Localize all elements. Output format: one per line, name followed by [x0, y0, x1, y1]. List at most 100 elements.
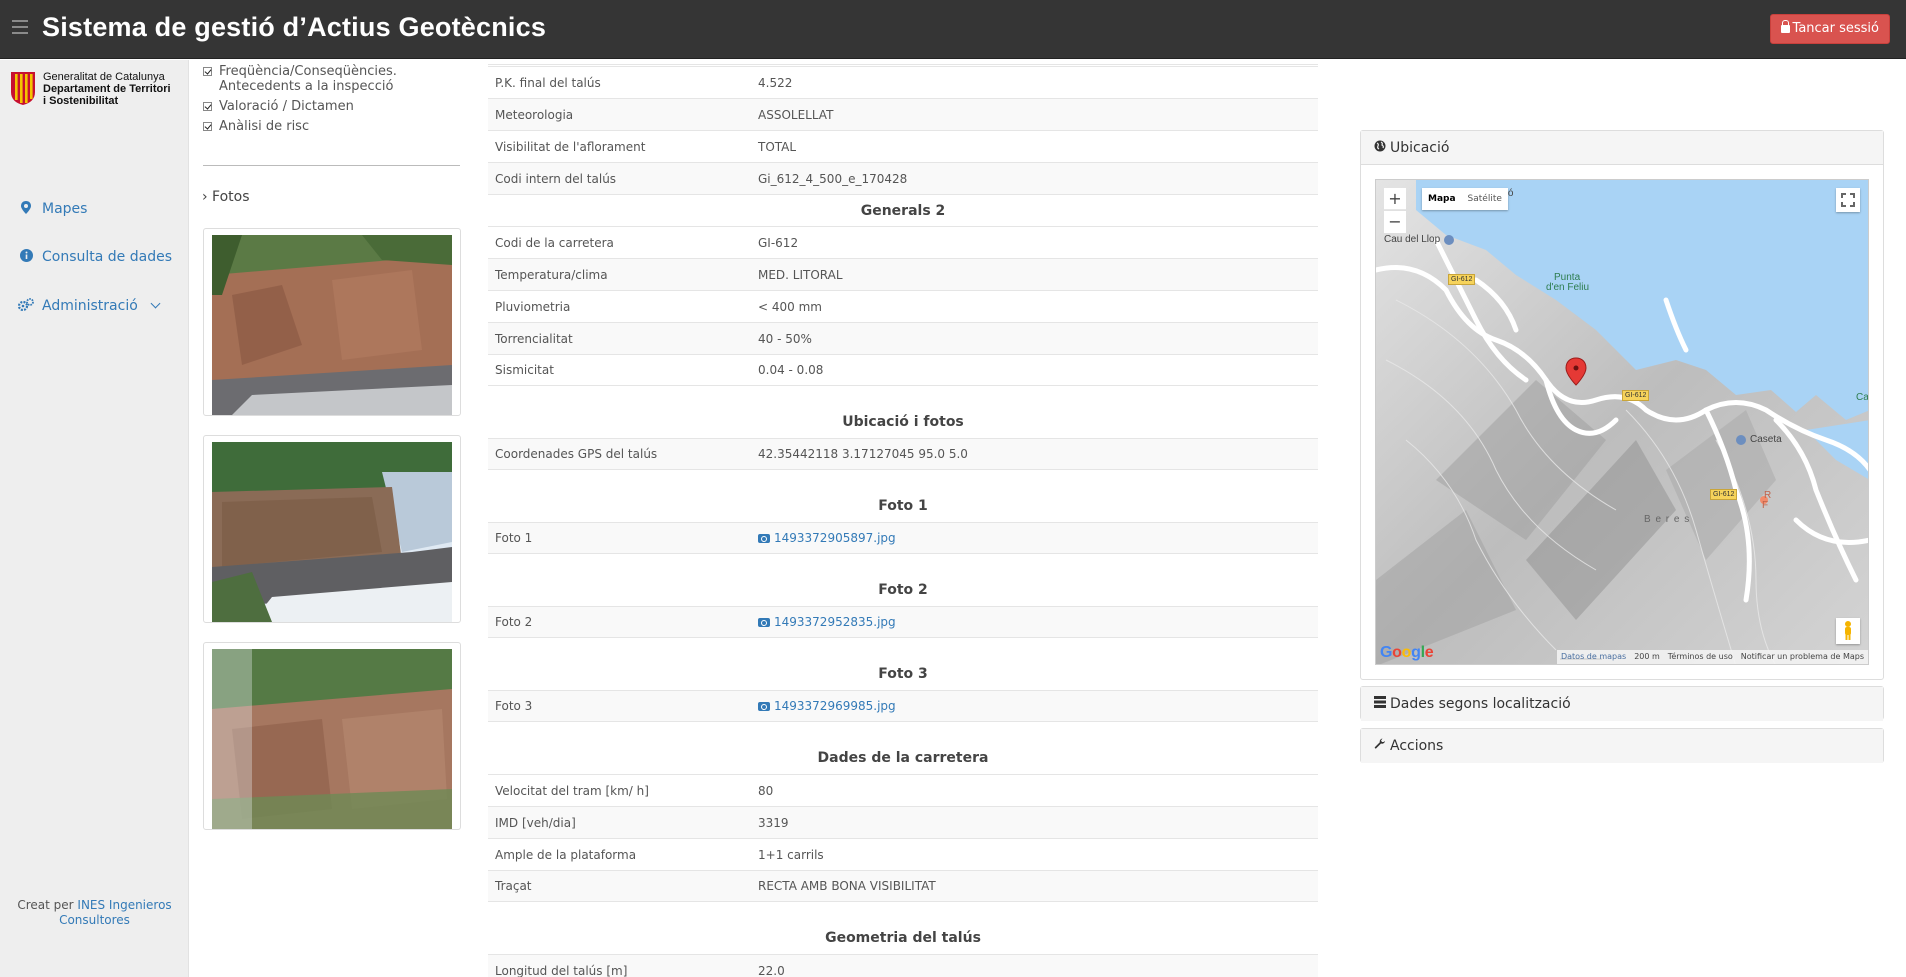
logout-label: Tancar sessió	[1792, 21, 1879, 36]
photo-image	[212, 442, 452, 622]
row-value: 4.522	[758, 75, 793, 90]
row-key: Visibilitat de l'aflorament	[495, 139, 646, 154]
filters: Freqüència/Conseqüències. Antecedents a …	[203, 64, 463, 139]
filter-option[interactable]: Anàlisi de risc	[203, 119, 463, 134]
photo-thumbnail-2[interactable]	[203, 435, 461, 623]
info-circle-icon	[18, 249, 34, 265]
top-bar: Sistema de gestió d’Actius Geotècnics Ta…	[0, 0, 1906, 59]
sidebar-item-administracio[interactable]: Administració	[17, 294, 161, 318]
table-row: Torrencialitat 40 - 50%	[488, 322, 1318, 354]
row-key: IMD [veh/dia]	[495, 815, 576, 830]
panel-dades-header[interactable]: Dades segons localització	[1361, 687, 1883, 721]
sidebar-item-consulta[interactable]: Consulta de dades	[18, 245, 172, 269]
credit-link[interactable]: INES Ingenieros Consultores	[59, 898, 172, 927]
row-value: 1+1 carrils	[758, 847, 824, 862]
table-row: Ample de la plataforma 1+1 carrils	[488, 838, 1318, 870]
street-view-pegman-icon[interactable]	[1836, 618, 1860, 644]
hamburger-menu-icon[interactable]	[12, 20, 28, 34]
chevron-down-icon	[150, 298, 161, 309]
panel-title: Dades segons localització	[1390, 696, 1571, 712]
row-key: Foto 2	[495, 615, 533, 629]
photo-image	[212, 235, 452, 415]
foto1-link[interactable]: 1493372905897.jpg	[758, 531, 896, 545]
row-key: Torrencialitat	[495, 331, 573, 346]
map-label: Ca	[1856, 392, 1869, 403]
panel-title: Ubicació	[1390, 140, 1450, 156]
photo-image	[212, 649, 452, 829]
cogs-icon	[17, 298, 34, 314]
map-view[interactable]: l Falcó Cau del Llop Punta d'en Feliu Ca…	[1375, 179, 1869, 665]
table-row: Foto 1 1493372905897.jpg	[488, 522, 1318, 554]
table-row: IMD [veh/dia] 3319	[488, 806, 1318, 838]
panel-ubicacio: Ubicació Cau del Llop Punta d'en Feliu C…	[1360, 130, 1884, 680]
panel-dades-localitzacio: Dades segons localització	[1360, 686, 1884, 721]
zoom-in-button[interactable]: +	[1384, 188, 1406, 210]
camera-icon	[758, 534, 770, 543]
logout-button[interactable]: Tancar sessió	[1769, 14, 1890, 44]
table-row: Velocitat del tram [km/ h] 80	[488, 774, 1318, 806]
map-footer: Datos de mapas 200 m Términos de uso Not…	[1556, 650, 1868, 664]
section-title-carretera: Dades de la carretera	[817, 750, 989, 766]
checkbox-checked-icon[interactable]	[203, 102, 212, 111]
foto1-filename: 1493372905897.jpg	[774, 531, 896, 545]
section-title-foto1: Foto 1	[878, 498, 928, 514]
row-value: RECTA AMB BONA VISIBILITAT	[758, 879, 936, 893]
row-key: P.K. final del talús	[495, 75, 601, 90]
zoom-out-button[interactable]: −	[1384, 211, 1406, 233]
filter-label: Freqüència/Conseqüències. Antecedents a …	[219, 64, 397, 94]
row-key: Sismicitat	[495, 363, 554, 377]
app-title: Sistema de gestió d’Actius Geotècnics	[42, 12, 547, 42]
map-scale-label: 200 m	[1634, 652, 1660, 661]
table-row: P.K. final del talús 4.522	[488, 66, 1318, 98]
panel-accions: Accions	[1360, 728, 1884, 763]
checkbox-checked-icon[interactable]	[203, 122, 212, 131]
table-row: Temperatura/clima MED. LITORAL	[488, 258, 1318, 290]
row-value: 3319	[758, 815, 789, 830]
fullscreen-icon[interactable]	[1836, 188, 1860, 212]
table-row: Longitud del talús [m] 22.0	[488, 954, 1318, 977]
map-report-link[interactable]: Notificar un problema de Maps	[1741, 650, 1864, 664]
row-key: Temperatura/clima	[495, 267, 608, 282]
filter-option[interactable]: Valoració / Dictamen	[203, 99, 463, 114]
globe-icon	[1374, 132, 1386, 166]
table-row: Traçat RECTA AMB BONA VISIBILITAT	[488, 870, 1318, 902]
row-value: 22.0	[758, 963, 785, 977]
gencat-emblem-icon	[11, 72, 35, 105]
panel-accions-header[interactable]: Accions	[1361, 729, 1883, 763]
map-terms-link[interactable]: Términos de uso	[1668, 650, 1733, 664]
map-data-link[interactable]: Datos de mapas	[1561, 650, 1626, 664]
table-row: Foto 3 1493372969985.jpg	[488, 690, 1318, 722]
gencat-logo: Generalitat de Catalunya Departament de …	[9, 70, 185, 110]
foto2-filename: 1493372952835.jpg	[774, 615, 896, 629]
row-key: Coordenades GPS del talús	[495, 447, 658, 461]
row-value: 0.04 - 0.08	[758, 363, 824, 377]
foto3-link[interactable]: 1493372969985.jpg	[758, 699, 896, 713]
details-table: P.K. final del talús 4.522 Meteorologia AS…	[488, 64, 1318, 977]
row-key: Foto 3	[495, 699, 533, 713]
photo-thumbnail-1[interactable]	[203, 228, 461, 416]
camera-icon	[758, 618, 770, 627]
foto3-filename: 1493372969985.jpg	[774, 699, 896, 713]
sidebar: Generalitat de Catalunya Departament de …	[0, 60, 189, 977]
credit-prefix: Creat per	[17, 898, 74, 912]
row-value: MED. LITORAL	[758, 267, 843, 282]
panel-title: Accions	[1390, 738, 1444, 754]
map-type-map-button[interactable]: Mapa	[1422, 188, 1462, 210]
row-key: Longitud del talús [m]	[495, 963, 628, 977]
photo-thumbnail-3[interactable]	[203, 642, 461, 830]
filter-option[interactable]: Freqüència/Conseqüències. Antecedents a …	[203, 64, 463, 94]
panel-ubicacio-header[interactable]: Ubicació	[1361, 131, 1883, 165]
sidebar-item-mapes[interactable]: Mapes	[18, 197, 87, 221]
table-row: Meteorologia ASSOLELLAT	[488, 98, 1318, 130]
foto2-link[interactable]: 1493372952835.jpg	[758, 615, 896, 629]
row-key: Velocitat del tram [km/ h]	[495, 783, 649, 798]
map-type-satellite-button[interactable]: Satélite	[1462, 188, 1508, 210]
table-row: Codi de la carretera GI-612	[488, 226, 1318, 258]
generals2-group: Codi de la carretera GI-612 Temperatura/c…	[488, 226, 1318, 386]
checkbox-checked-icon[interactable]	[203, 67, 212, 76]
fotos-toggle[interactable]: › Fotos	[202, 189, 250, 205]
table-row: Pluviometria < 400 mm	[488, 290, 1318, 322]
map-type-control: Mapa Satélite	[1422, 188, 1508, 210]
divider	[203, 165, 460, 166]
row-value: GI-612	[758, 235, 799, 250]
